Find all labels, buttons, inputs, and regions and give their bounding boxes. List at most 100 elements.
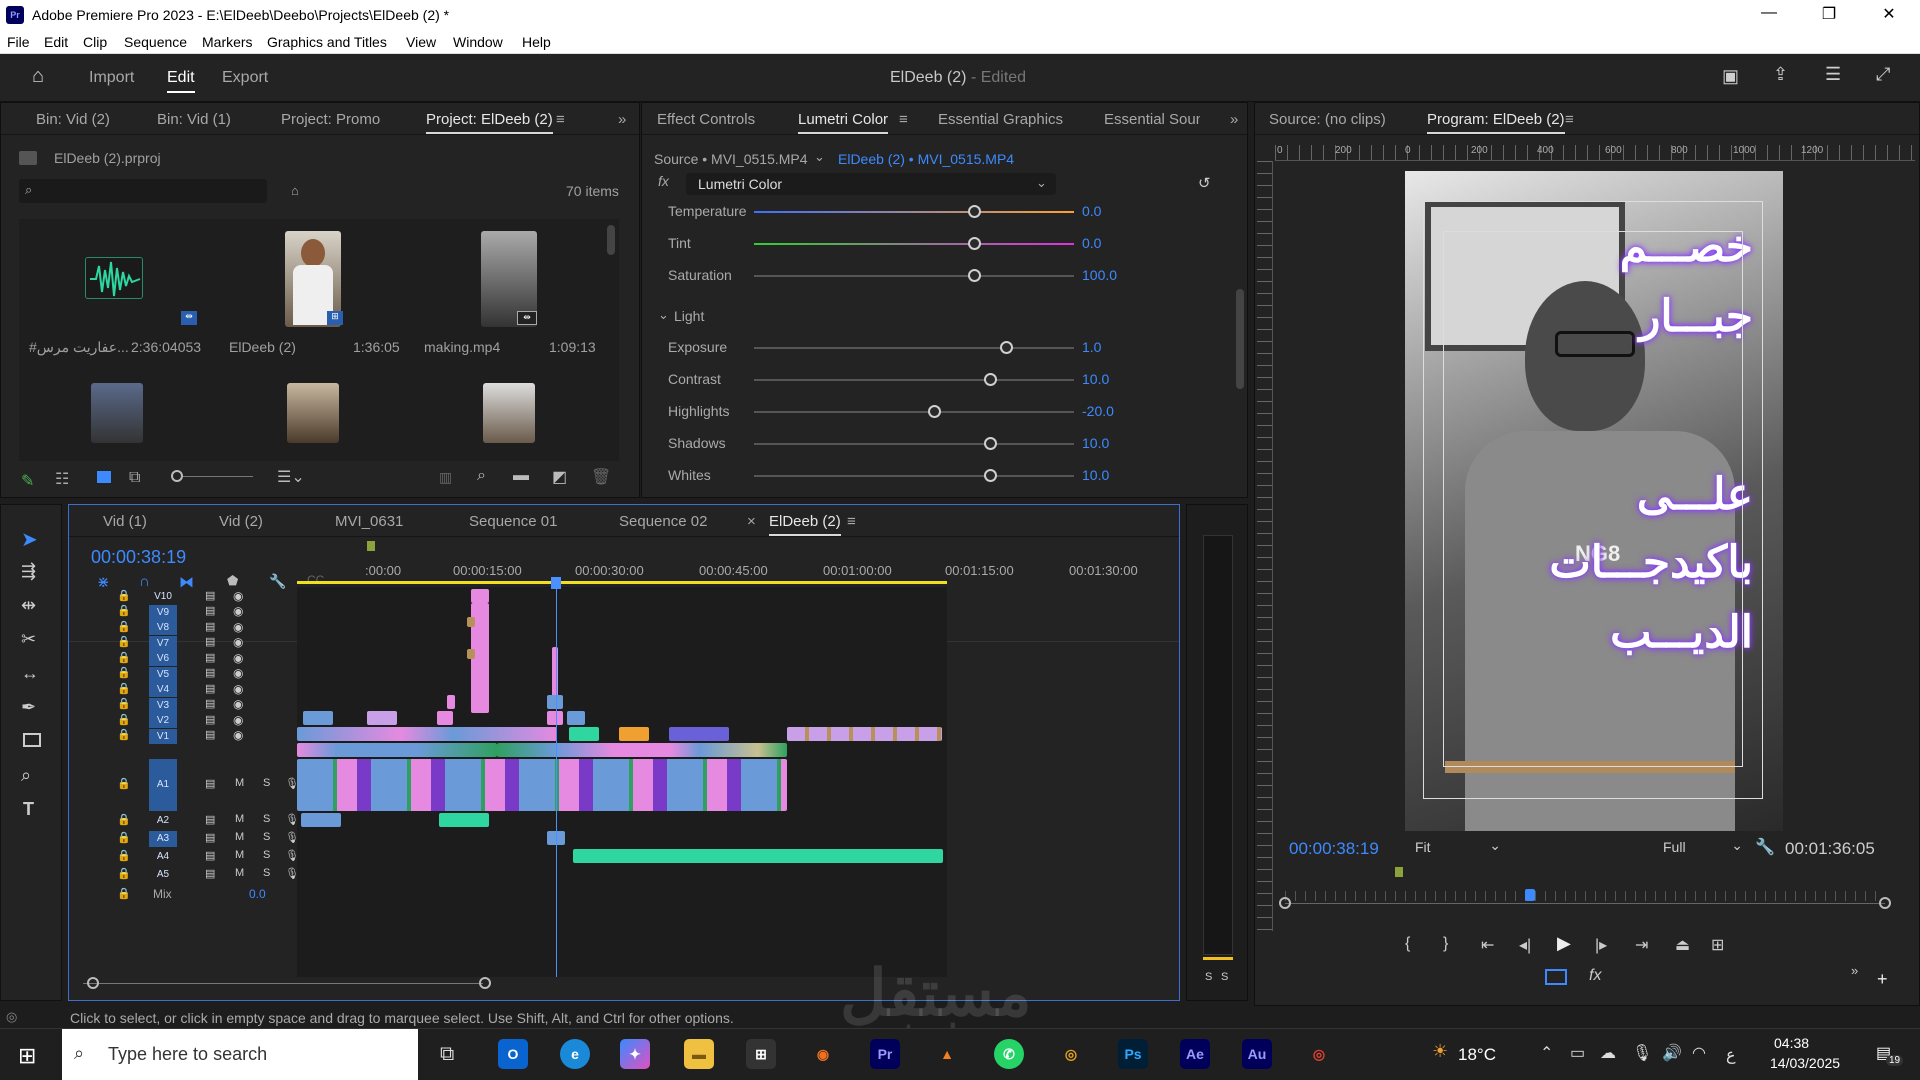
in-marker[interactable] xyxy=(1395,867,1403,877)
rectangle-tool-icon[interactable] xyxy=(23,733,41,747)
panel-menu-icon[interactable]: ≡ xyxy=(1565,111,1574,128)
tab-sequence01[interactable]: Sequence 01 xyxy=(469,513,557,530)
after-effects-icon[interactable]: Ae xyxy=(1180,1039,1210,1069)
new-item-icon[interactable]: ◩ xyxy=(552,467,567,487)
panel-menu-icon[interactable]: ≡ xyxy=(556,111,565,128)
home-icon[interactable]: ⌂ xyxy=(32,65,44,88)
exposure-knob[interactable] xyxy=(1000,341,1013,354)
highlights-knob[interactable] xyxy=(928,405,941,418)
lock-icon[interactable]: 🔒 xyxy=(117,867,131,880)
meter-solo-right[interactable]: S xyxy=(1221,971,1228,983)
menu-window[interactable]: Window xyxy=(453,34,503,50)
eye-icon[interactable]: ◉ xyxy=(233,620,243,634)
whites-knob[interactable] xyxy=(984,469,997,482)
tab-lumetri-color[interactable]: Lumetri Color xyxy=(798,111,889,134)
scroll-handle-right[interactable] xyxy=(479,977,491,989)
mute-button[interactable]: M xyxy=(235,849,244,861)
shadows-track[interactable] xyxy=(754,443,1074,445)
eye-icon[interactable]: ◉ xyxy=(233,728,243,742)
eye-icon[interactable]: ◉ xyxy=(233,604,243,618)
clip-v1[interactable] xyxy=(497,743,787,757)
chrome-profile-icon[interactable]: ◎ xyxy=(1304,1039,1334,1069)
eye-icon[interactable]: ◉ xyxy=(233,666,243,680)
sync-lock-icon[interactable]: ▤ xyxy=(205,697,215,710)
weather-temp[interactable]: 18°C xyxy=(1458,1045,1496,1065)
tab-essential-sound[interactable]: Essential Sounc xyxy=(1104,111,1200,128)
overflow-chevron-icon[interactable]: » xyxy=(1851,963,1858,978)
panel-menu-icon[interactable]: ≡ xyxy=(847,513,856,530)
tab-export[interactable]: Export xyxy=(222,69,268,87)
sync-lock-icon[interactable]: ▤ xyxy=(205,589,215,602)
chevron-down-icon[interactable]: ⌄ xyxy=(814,149,825,165)
ripple-edit-tool-icon[interactable]: ⇹ xyxy=(21,595,36,616)
clip-v2-sequence[interactable] xyxy=(787,727,942,741)
lock-icon[interactable]: 🔒 xyxy=(117,849,131,862)
task-view-icon[interactable]: ⧉ xyxy=(440,1043,454,1066)
new-bin-from-search-icon[interactable]: ⌂ xyxy=(291,183,299,198)
captions-icon[interactable]: CC xyxy=(307,573,324,587)
voiceover-record-icon[interactable]: 🎙 xyxy=(285,777,299,790)
slider-value[interactable]: 1.0 xyxy=(1082,339,1101,355)
scrubber-start-handle[interactable] xyxy=(1279,897,1291,909)
sync-lock-icon[interactable]: ▤ xyxy=(205,813,215,826)
program-timecode[interactable]: 00:00:38:19 xyxy=(1289,839,1379,859)
voiceover-record-icon[interactable]: 🎙 xyxy=(285,867,299,880)
section-light[interactable]: Light xyxy=(674,308,704,324)
meter-solo-left[interactable]: S xyxy=(1205,971,1212,983)
overflow-chevron-icon[interactable]: » xyxy=(618,111,626,128)
eye-icon[interactable]: ◉ xyxy=(233,682,243,696)
track-name[interactable]: V6 xyxy=(149,651,177,666)
volume-icon[interactable]: 🔊 xyxy=(1662,1043,1682,1063)
lock-icon[interactable]: 🔒 xyxy=(117,697,131,710)
lock-icon[interactable]: 🔒 xyxy=(117,635,131,648)
mark-out-icon[interactable]: } xyxy=(1443,935,1448,953)
share-icon[interactable]: ⇪ xyxy=(1773,64,1788,85)
temperature-track[interactable] xyxy=(754,211,1074,213)
lock-icon[interactable]: 🔒 xyxy=(117,620,131,633)
blender-icon[interactable]: ◉ xyxy=(808,1039,838,1069)
track-name[interactable]: V4 xyxy=(149,682,177,697)
solo-button[interactable]: S xyxy=(263,831,270,843)
sync-lock-icon[interactable]: ▤ xyxy=(205,728,215,741)
menu-view[interactable]: View xyxy=(406,34,436,50)
icon-view-icon[interactable] xyxy=(97,471,111,483)
slider-value[interactable]: 0.0 xyxy=(1082,203,1101,219)
slip-tool-icon[interactable]: ↔ xyxy=(21,663,39,684)
clip-v3[interactable] xyxy=(437,711,453,725)
step-back-icon[interactable]: ◂| xyxy=(1519,935,1531,955)
contrast-knob[interactable] xyxy=(984,373,997,386)
slider-value[interactable]: -20.0 xyxy=(1082,403,1114,419)
restore-icon[interactable]: ❐ xyxy=(1806,4,1852,24)
wrench-icon[interactable]: 🔧 xyxy=(1755,837,1775,857)
tab-effect-controls[interactable]: Effect Controls xyxy=(657,111,755,128)
clip-marker[interactable] xyxy=(467,617,475,627)
menu-markers[interactable]: Markers xyxy=(202,34,253,50)
pencil-icon[interactable]: ✎ xyxy=(21,471,34,491)
project-search-input[interactable]: ⌕ xyxy=(19,179,267,203)
sync-lock-icon[interactable]: ▤ xyxy=(205,849,215,862)
lock-icon[interactable]: 🔒 xyxy=(117,682,131,695)
clip-v2[interactable] xyxy=(619,727,649,741)
solo-button[interactable]: S xyxy=(263,849,270,861)
menu-edit[interactable]: Edit xyxy=(44,34,68,50)
go-to-in-icon[interactable]: ⇤ xyxy=(1481,935,1494,955)
play-icon[interactable]: ▶ xyxy=(1557,933,1571,954)
taskbar-search-input[interactable]: ⌕ Type here to search xyxy=(62,1029,418,1080)
work-area-bar[interactable] xyxy=(297,581,947,584)
tab-edit[interactable]: Edit xyxy=(167,69,195,93)
lock-icon[interactable]: 🔒 xyxy=(117,813,131,826)
clip-pink-small[interactable] xyxy=(552,647,558,697)
clip-v2[interactable] xyxy=(669,727,729,741)
tab-import[interactable]: Import xyxy=(89,69,134,87)
audition-icon[interactable]: Au xyxy=(1242,1039,1272,1069)
track-name[interactable]: V10 xyxy=(149,589,177,604)
shadows-knob[interactable] xyxy=(984,437,997,450)
contrast-track[interactable] xyxy=(754,379,1074,381)
eye-icon[interactable]: ◉ xyxy=(233,589,243,603)
reset-icon[interactable]: ↺ xyxy=(1198,174,1211,192)
scrubber-end-handle[interactable] xyxy=(1879,897,1891,909)
track-name[interactable]: V1 xyxy=(149,728,177,744)
quality-select[interactable]: Full ⌄ xyxy=(1663,837,1743,859)
menu-help[interactable]: Help xyxy=(522,34,551,50)
solo-button[interactable]: S xyxy=(263,867,270,879)
